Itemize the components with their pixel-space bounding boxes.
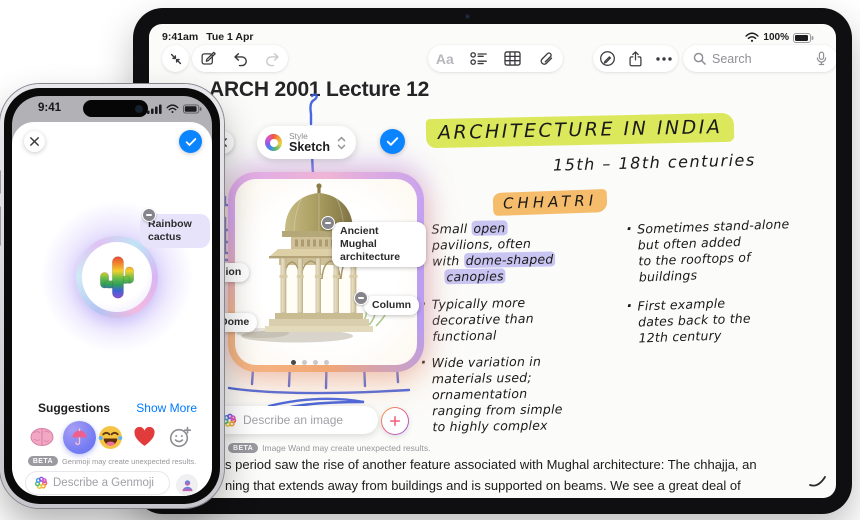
wand-disclaimer: Image Wand may create unexpected results… — [262, 443, 431, 453]
handwritten-section: CHHATRI — [492, 189, 608, 216]
tools-pill — [593, 45, 678, 72]
compose-button[interactable] — [195, 45, 221, 72]
genmoji-beta-line: BETA Genmoji may create unexpected resul… — [12, 456, 212, 466]
collapse-icon — [163, 45, 189, 72]
stage: 9:41am Tue 1 Apr 100% Aa Search ARCH 200… — [0, 0, 860, 520]
person-button[interactable] — [176, 474, 198, 496]
iphone-time: 9:41 — [38, 102, 62, 114]
battery-icon — [793, 32, 814, 43]
label-ancient-mughal: Ancient Mughal architecture — [332, 222, 426, 267]
dynamic-island — [83, 100, 148, 117]
suggestion-laughing-crying-icon[interactable] — [97, 424, 123, 450]
rainbow-cactus-emoji — [92, 252, 142, 302]
genmoji-disclaimer: Genmoji may create unexpected results. — [61, 456, 197, 466]
edit-pill — [192, 45, 288, 72]
attachment-icon[interactable] — [533, 45, 559, 72]
more-icon[interactable] — [651, 45, 677, 72]
iphone-device: 9:41 Rainbow cactus Suggestions Show Mor… — [0, 84, 224, 508]
genmoji-confirm-button[interactable] — [179, 130, 202, 153]
iphone-status-icons — [147, 104, 202, 114]
ipad-date: Tue 1 Apr — [206, 31, 254, 43]
intelligence-sparkle-icon — [222, 413, 237, 428]
bullet-first-example: First example dates back to the 12th cen… — [637, 292, 836, 347]
battery-icon — [183, 104, 202, 114]
describe-genmoji-placeholder: Describe a Genmoji — [53, 477, 154, 489]
front-camera — [135, 104, 143, 113]
genmoji-close-button[interactable] — [24, 131, 45, 152]
style-icon — [265, 134, 282, 151]
generated-chhatri-image — [235, 179, 417, 365]
label-column: Column — [364, 296, 420, 315]
ipad-status-right: 100% — [745, 32, 814, 43]
bullet-decorative: Typically more decorative than functiona… — [432, 293, 613, 345]
collapse-button[interactable] — [162, 45, 189, 72]
bullets-left-column: Small open pavilions, often with dome-sh… — [431, 218, 613, 436]
suggestions-title: Suggestions — [38, 401, 111, 415]
redo-button[interactable] — [259, 45, 285, 72]
markup-icon[interactable] — [594, 45, 620, 72]
style-value: Sketch — [289, 139, 330, 154]
iphone-action-button — [0, 170, 1, 194]
new-genmoji-icon[interactable] — [167, 424, 193, 450]
handwritten-heading: ARCHITECTURE IN INDIA — [425, 112, 735, 149]
handwritten-subheading: 15th – 18th centuries — [552, 150, 756, 175]
wand-beta-badge: BETA — [228, 443, 259, 453]
bullet-variation: Wide variation in materials used; orname… — [431, 353, 612, 436]
intelligence-sparkle-icon — [34, 476, 48, 490]
ipad-camera — [465, 14, 470, 19]
search-icon — [693, 52, 706, 65]
typed-paragraph: s period saw the rise of another feature… — [225, 457, 757, 493]
ipad-device: 9:41am Tue 1 Apr 100% Aa Search ARCH 200… — [133, 8, 852, 514]
ipad-screen: 9:41am Tue 1 Apr 100% Aa Search ARCH 200… — [149, 24, 836, 498]
search-input[interactable]: Search — [683, 45, 836, 72]
remove-label-column-button[interactable] — [354, 291, 368, 305]
suggestion-umbrella-icon[interactable] — [62, 420, 96, 454]
bullets-right-column: Sometimes stand-alone but often added to… — [637, 215, 836, 345]
ipad-time: 9:41am — [162, 31, 199, 43]
undo-button[interactable] — [227, 45, 253, 72]
table-icon[interactable] — [499, 45, 525, 72]
page-dots[interactable] — [291, 360, 329, 365]
add-image-button[interactable] — [381, 407, 409, 435]
wifi-icon — [166, 104, 179, 114]
chevron-up-down-icon — [337, 136, 346, 150]
checklist-button[interactable] — [466, 45, 492, 72]
bullet-standalone: Sometimes stand-alone but often added to… — [637, 215, 836, 286]
remove-genmoji-label-button[interactable] — [142, 208, 156, 222]
describe-image-input[interactable]: Describe an image — [212, 406, 378, 434]
generated-image-frame[interactable] — [228, 172, 424, 372]
iphone-screen: 9:41 Rainbow cactus Suggestions Show Mor… — [12, 96, 212, 496]
suggestion-red-heart-icon[interactable] — [132, 425, 156, 449]
bullet-pavilions: Small open pavilions, often with dome-sh… — [431, 218, 612, 285]
ipad-status-bar: 9:41am Tue 1 Apr — [162, 31, 253, 43]
share-icon[interactable] — [622, 45, 648, 72]
iphone-volume-button — [0, 206, 1, 246]
remove-label-ancient-mughal-button[interactable] — [321, 216, 335, 230]
format-pill: Aa — [428, 45, 563, 72]
genmoji-beta-badge: BETA — [27, 456, 58, 466]
wand-beta-line: BETA Image Wand may create unexpected re… — [228, 443, 431, 453]
describe-image-placeholder: Describe an image — [243, 413, 344, 427]
describe-genmoji-input[interactable]: Describe a Genmoji — [25, 471, 170, 495]
search-placeholder: Search — [712, 51, 752, 66]
ipad-battery-percent: 100% — [763, 32, 789, 43]
dictation-icon[interactable] — [816, 51, 827, 66]
wand-confirm-button[interactable] — [380, 129, 405, 154]
cellular-icon — [147, 104, 162, 114]
wifi-icon — [745, 32, 759, 43]
text-format-button[interactable]: Aa — [432, 45, 458, 72]
suggestion-brain-icon[interactable] — [29, 424, 55, 450]
style-picker[interactable]: Style Sketch — [257, 126, 356, 159]
show-more-link[interactable]: Show More — [136, 401, 197, 415]
